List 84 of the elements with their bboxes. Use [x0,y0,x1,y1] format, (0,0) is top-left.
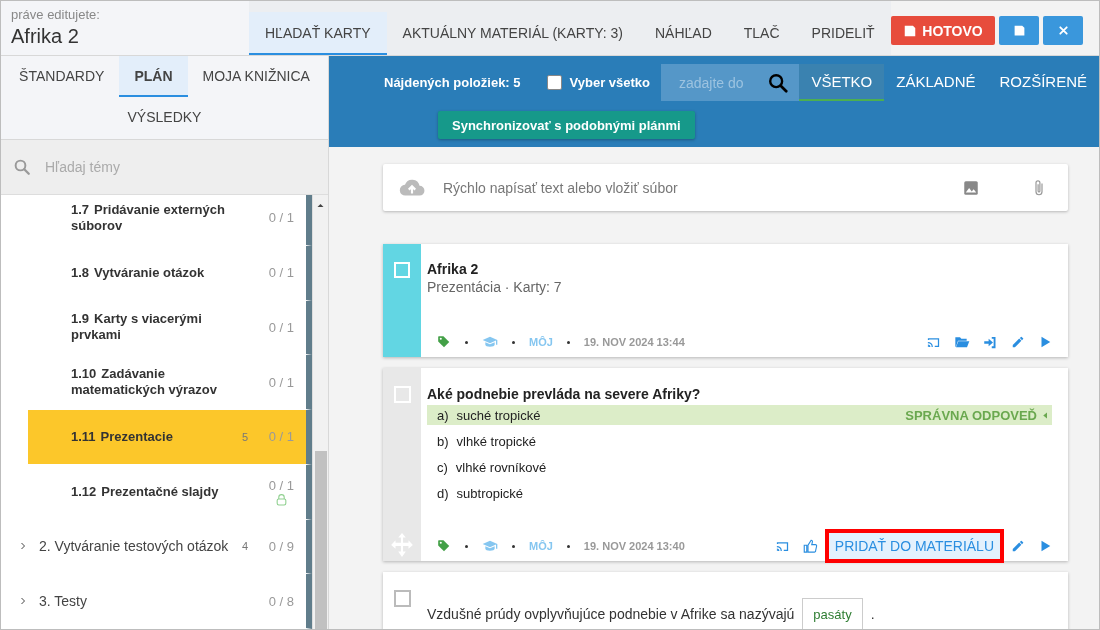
answer-letter: d) [437,485,449,501]
card-subtitle: Prezentácia · Karty: 7 [427,279,563,295]
tree-item-title: 3. Testy [39,593,88,610]
nav-tab[interactable]: TLAČ [727,12,796,55]
answer-text: subtropické [456,485,524,501]
progress-label: 0 / 1 [268,210,294,226]
tree-item-title: 1.12 Prezentačné slajdy [71,483,220,500]
answer-text: suché tropické [456,407,541,423]
search-icon[interactable] [767,71,790,94]
tag-icon[interactable] [437,539,451,553]
image-icon[interactable] [962,178,980,197]
editing-caption: práve editujete: [11,7,101,22]
search-field[interactable]: zadajte do [661,64,800,101]
topic-search-field[interactable]: Hľadaj témy [1,140,328,195]
date-label: 19. NOV 2024 13:40 [583,540,685,552]
date-label: 19. NOV 2024 13:44 [583,336,685,348]
close-button[interactable] [1043,16,1083,45]
tree-item-title: 1.10 Zadávanie matematických výrazov [71,366,218,399]
sidebar-tab[interactable]: MOJA KNIŽNICA [187,56,325,97]
search-icon [13,158,31,176]
owner-label: MÔJ [529,540,553,552]
tree-item-title: 1.11 Prezentacie [71,428,174,445]
graduation-cap-icon[interactable] [482,538,498,554]
tag-icon[interactable] [437,335,451,349]
count-label: 4 [242,540,250,553]
progress-label: 0 / 8 [268,593,294,609]
search-input[interactable]: zadajte do [677,73,761,92]
pencil-icon[interactable] [1011,335,1025,349]
tree-item-title: 1.7 Pridávanie externých súborov [71,201,226,234]
scrollbar-thumb[interactable] [314,451,327,629]
nav-tab[interactable]: AKTUÁLNY MATERIÁL (KARTY: 3) [386,12,639,55]
sidebar-tab[interactable]: VÝSLEDKY [112,97,217,138]
answer-letter: b) [437,433,449,449]
sync-button[interactable]: Synchronizovať s podobnými plánmi [438,111,695,139]
presentation-card[interactable]: Afrika 2 Prezentácia · Karty: 7 MÔJ 19. NOV 2024 13:44 [383,244,1068,357]
filter-tab[interactable]: ZÁKLADNÉ [884,64,988,101]
fill-in-card[interactable]: Vzdušné prúdy ovplyvňujúce podnebie v Afrike sa nazývajú pasáty . [383,572,1068,629]
tree-item-title: 1.9 Karty s viacerými prvkami [71,311,203,344]
nav-tab[interactable]: HĽADAŤ KARTY [249,12,387,55]
answer-text: vlhké tropické [456,433,537,449]
tree-item[interactable]: 1.11 Prezentacie 5 0 / 1 [28,410,312,465]
checkbox[interactable] [393,590,411,607]
graduation-cap-icon[interactable] [482,334,498,350]
question-card[interactable]: Aké podnebie prevláda na severe Afriky? a) suché tropické SPRÁVNA ODPOVEĎ b) vlhké tropické c) vlhké rovníkové d) subtropické MÔJ 19. NOV 2024 13:40 PRIDAŤ DO MATERIÁLU [383,368,1068,561]
answer-field[interactable]: pasáty [802,597,863,629]
correct-answer-label: SPRÁVNA ODPOVEĎ [905,407,1037,423]
answer-letter: c) [437,459,448,475]
sentence-end: . [870,606,875,622]
done-button[interactable]: HOTOVO [891,16,995,45]
progress-label: 0 / 1 [268,429,294,445]
sentence-text: Vzdušné prúdy ovplyvňujúce podnebie v Afrike sa nazývajú [427,606,795,622]
sidebar-tab[interactable]: PLÁN [119,56,188,97]
progress-label: 0 / 1 [268,319,294,335]
folder-icon[interactable] [954,334,970,350]
thumbs-up-icon[interactable] [802,538,818,554]
nav-tab[interactable]: PRIDELIŤ [795,12,891,55]
caret-icon [1041,410,1050,420]
quick-entry-field[interactable]: Rýchlo napísať text alebo vložiť súbor [383,164,1068,211]
document-title: Afrika 2 [11,25,80,48]
scroll-up-icon[interactable] [316,201,325,210]
sign-in-icon[interactable] [983,334,998,350]
sidebar-tab[interactable]: ŠTANDARDY [4,56,120,97]
select-all-label[interactable]: Vyber všetko [569,75,650,90]
save-button[interactable] [999,16,1039,45]
progress-label: 0 / 1 [268,374,294,390]
nav-tab[interactable]: NÁHĽAD [639,12,728,55]
answer-text: vlhké rovníkové [455,459,547,475]
pencil-icon[interactable] [1011,539,1025,553]
search-input[interactable]: Hľadaj témy [43,158,316,176]
answer-letter: a) [437,407,449,423]
tree-item-title: 1.8 Vytváranie otázok [71,264,206,281]
tree-item-title: 2. Vytváranie testových otázok [39,538,229,555]
filter-tab[interactable]: ROZŠÍRENÉ [987,64,1099,101]
checkbox[interactable] [546,75,562,90]
card-title: Afrika 2 [427,261,480,277]
close-icon [1057,25,1069,36]
question-text: Aké podnebie prevláda na severe Afriky? [427,386,702,402]
progress-label: 0 / 9 [268,538,294,554]
results-count: Nájdených položiek: 5 [384,75,521,90]
progress-label: 0 / 1 [268,265,294,281]
owner-label: MÔJ [529,336,553,348]
progress-label: 0 / 1 [268,477,294,493]
count-label: 5 [242,430,250,443]
filter-tab[interactable]: VŠETKO [799,64,885,101]
